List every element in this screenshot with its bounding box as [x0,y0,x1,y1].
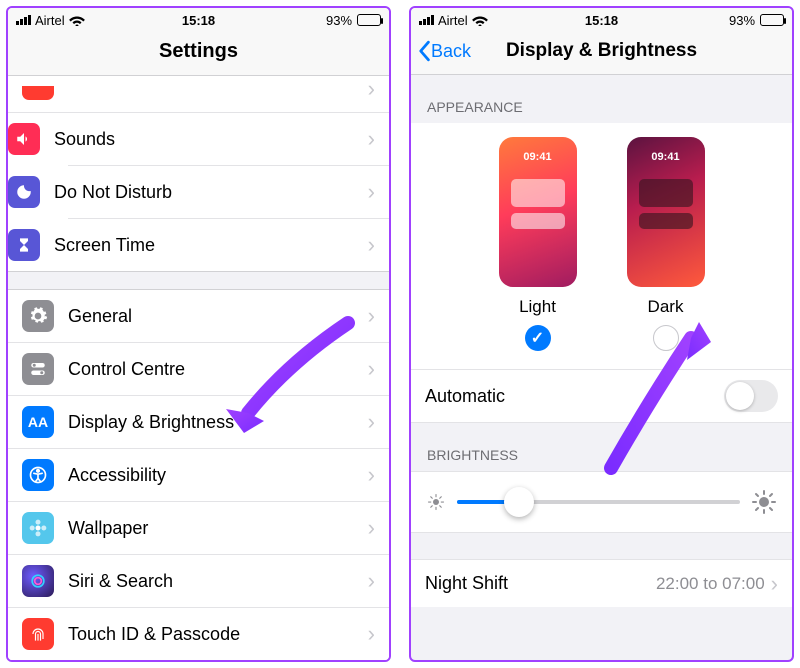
back-button[interactable]: Back [417,40,471,62]
row-label: Automatic [425,386,724,407]
chevron-right-icon: › [368,303,375,329]
brightness-slider[interactable] [457,500,740,504]
toggles-icon [22,353,54,385]
list-item-control[interactable]: Control Centre › [8,343,389,396]
chevron-right-icon: › [771,571,778,597]
row-label: Touch ID & Passcode [68,624,368,645]
list-item-siri[interactable]: Siri & Search › [8,555,389,608]
appearance-light[interactable]: 09:41 Light [499,137,577,351]
carrier: Airtel [35,13,65,28]
dark-preview: 09:41 [627,137,705,287]
automatic-row[interactable]: Automatic [411,370,792,423]
list-item-general[interactable]: General › [8,290,389,343]
automatic-toggle[interactable] [724,380,778,412]
chevron-right-icon: › [368,515,375,541]
page-title: Display & Brightness [421,40,782,62]
icon-partial [22,86,54,100]
chevron-left-icon [417,40,431,62]
row-label: Sounds [54,129,368,150]
chevron-right-icon: › [368,76,375,102]
wifi-icon [69,14,85,26]
group-separator [8,271,389,290]
chevron-right-icon: › [368,126,375,152]
moon-icon [8,176,40,208]
row-label: General [68,306,368,327]
light-preview: 09:41 [499,137,577,287]
siri-icon [22,565,54,597]
hourglass-icon [8,229,40,261]
display-brightness-screen: Airtel 15:18 93% Back Display & Brightne… [409,6,794,662]
row-label: Control Centre [68,359,368,380]
textsize-icon: AA [22,406,54,438]
clock-time: 15:18 [138,13,260,28]
page-title: Settings [18,40,379,63]
sun-large-icon [752,490,776,514]
row-label: Siri & Search [68,571,368,592]
dark-label: Dark [648,297,684,317]
clock-time: 15:18 [541,13,663,28]
night-shift-detail: 22:00 to 07:00 [656,574,765,594]
speaker-icon [8,123,40,155]
nav-bar: Back Display & Brightness [411,32,792,75]
back-label: Back [431,41,471,62]
gear-icon [22,300,54,332]
light-radio[interactable] [525,325,551,351]
chevron-right-icon: › [368,356,375,382]
row-label: Wallpaper [68,518,368,539]
settings-list[interactable]: › Sounds › Do Not Disturb › Scr [8,76,389,660]
row-label: Screen Time [54,235,368,256]
list-item-display[interactable]: AA Display & Brightness › [8,396,389,449]
brightness-slider-row [411,471,792,533]
battery-icon [357,14,381,26]
display-settings-list[interactable]: APPEARANCE 09:41 Light 09:41 [411,75,792,660]
list-item-sounds[interactable]: Sounds › [68,113,389,166]
status-bar: Airtel 15:18 93% [411,8,792,32]
row-label: Accessibility [68,465,368,486]
accessibility-icon [22,459,54,491]
battery-pct: 93% [326,13,352,28]
settings-screen: Airtel 15:18 93% Settings › Sounds › [6,6,391,662]
fingerprint-icon [22,618,54,650]
list-item-dnd[interactable]: Do Not Disturb › [68,166,389,219]
chevron-right-icon: › [368,621,375,647]
night-shift-row[interactable]: Night Shift 22:00 to 07:00 › [411,559,792,607]
list-item-touchid[interactable]: Touch ID & Passcode › [8,608,389,660]
nav-bar: Settings [8,32,389,76]
section-header-appearance: APPEARANCE [411,75,792,123]
list-item-wallpaper[interactable]: Wallpaper › [8,502,389,555]
wifi-icon [472,14,488,26]
carrier: Airtel [438,13,468,28]
flower-icon [22,512,54,544]
section-header-brightness: BRIGHTNESS [411,423,792,471]
chevron-right-icon: › [368,568,375,594]
row-label: Night Shift [425,573,656,594]
chevron-right-icon: › [368,409,375,435]
row-label: Display & Brightness [68,412,368,433]
slider-thumb[interactable] [504,487,534,517]
chevron-right-icon: › [368,179,375,205]
battery-pct: 93% [729,13,755,28]
status-bar: Airtel 15:18 93% [8,8,389,32]
appearance-panel: 09:41 Light 09:41 Dark [411,123,792,370]
list-item-screentime[interactable]: Screen Time › [68,219,389,271]
battery-icon [760,14,784,26]
dark-radio[interactable] [653,325,679,351]
signal-icon [419,15,434,25]
chevron-right-icon: › [368,462,375,488]
list-item-accessibility[interactable]: Accessibility › [8,449,389,502]
chevron-right-icon: › [368,232,375,258]
list-item[interactable]: › [8,76,389,113]
appearance-dark[interactable]: 09:41 Dark [627,137,705,351]
row-label: Do Not Disturb [54,182,368,203]
light-label: Light [519,297,556,317]
signal-icon [16,15,31,25]
sun-small-icon [427,493,445,511]
